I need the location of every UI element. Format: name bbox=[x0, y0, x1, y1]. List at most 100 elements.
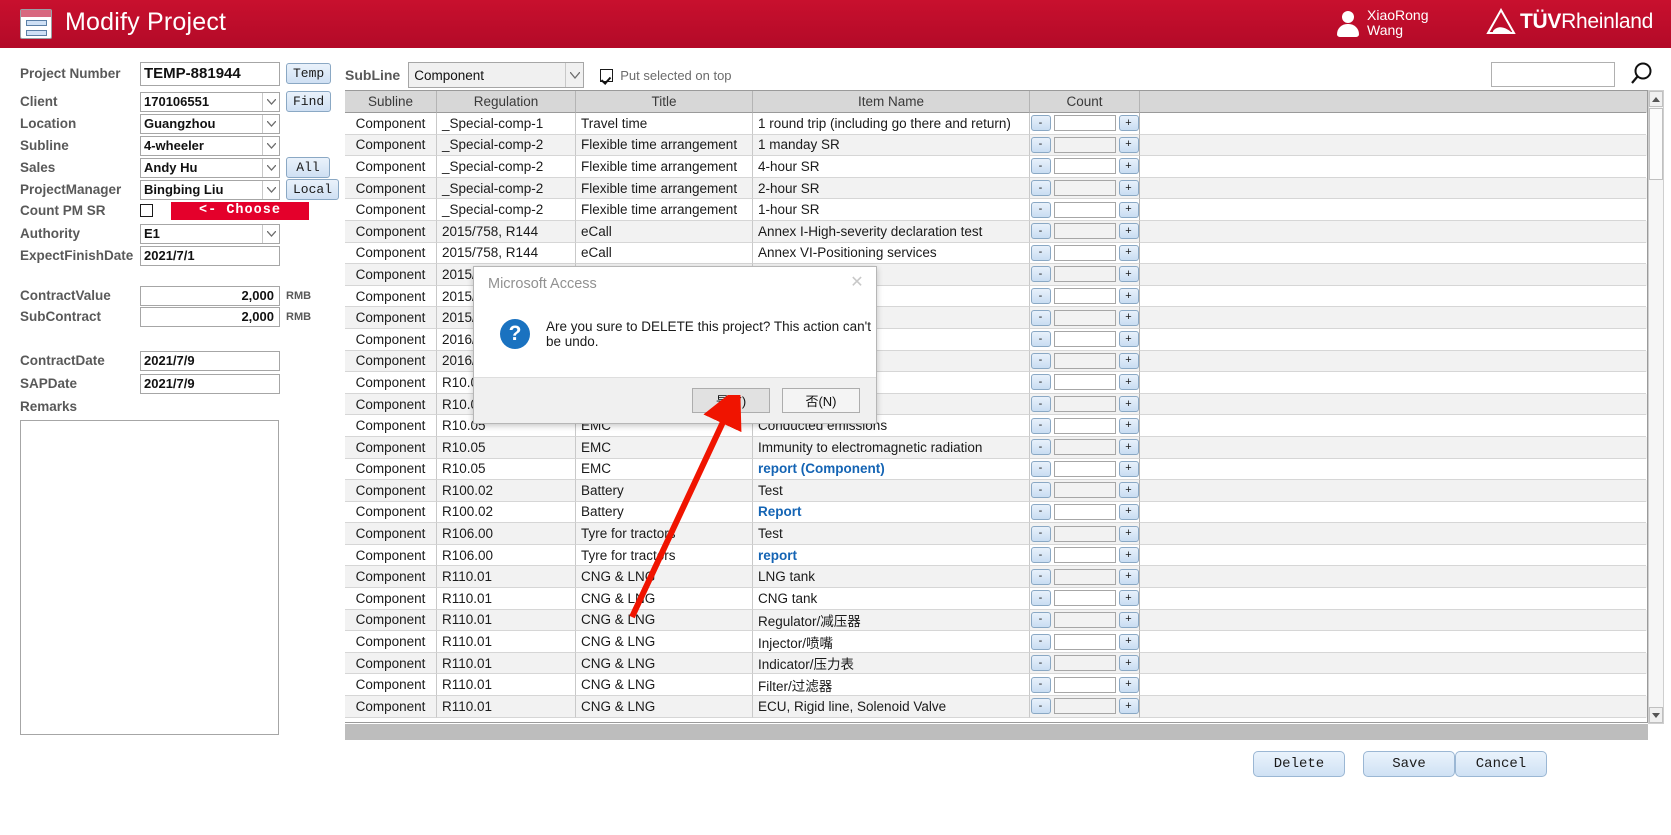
table-cell[interactable]: EMC bbox=[576, 436, 753, 459]
decrement-button[interactable]: - bbox=[1030, 180, 1051, 197]
table-cell[interactable]: Component bbox=[345, 415, 437, 437]
project-manager-select[interactable]: Bingbing Liu bbox=[140, 179, 280, 200]
increment-button[interactable]: + bbox=[1118, 482, 1139, 499]
count-cell[interactable]: - + bbox=[1030, 415, 1140, 437]
table-cell[interactable]: Battery bbox=[576, 501, 753, 524]
decrement-button[interactable]: - bbox=[1030, 136, 1051, 153]
count-cell[interactable]: - + bbox=[1030, 458, 1140, 481]
find-button[interactable]: Find bbox=[286, 91, 332, 112]
table-row[interactable]: Component _Special-comp-2 Flexible time ar… bbox=[345, 156, 1647, 178]
increment-button[interactable]: + bbox=[1118, 244, 1139, 261]
table-cell[interactable]: _Special-comp-1 bbox=[437, 113, 576, 135]
table-cell[interactable]: Component bbox=[345, 156, 437, 178]
table-cell[interactable]: EMC bbox=[576, 458, 753, 481]
table-cell[interactable] bbox=[1140, 113, 1646, 135]
table-cell[interactable]: Component bbox=[345, 199, 437, 221]
count-input[interactable] bbox=[1053, 115, 1116, 132]
count-cell[interactable]: - + bbox=[1030, 113, 1140, 135]
table-row[interactable]: Component 2015/758, R144 eCall Annex VI-Pos… bbox=[345, 242, 1647, 265]
count-cell[interactable]: - + bbox=[1030, 350, 1140, 373]
count-input[interactable] bbox=[1053, 568, 1116, 585]
increment-button[interactable]: + bbox=[1118, 676, 1139, 693]
increment-button[interactable]: + bbox=[1118, 655, 1139, 672]
table-cell[interactable]: 2015/758, R144 bbox=[437, 242, 576, 265]
remarks-textarea[interactable] bbox=[20, 420, 279, 735]
count-input[interactable] bbox=[1053, 180, 1116, 197]
table-cell[interactable] bbox=[1140, 588, 1646, 610]
table-cell[interactable]: R110.01 bbox=[437, 631, 576, 653]
table-cell[interactable]: Component bbox=[345, 674, 437, 697]
count-input[interactable] bbox=[1053, 288, 1116, 305]
table-cell[interactable]: R110.01 bbox=[437, 609, 576, 632]
decrement-button[interactable]: - bbox=[1030, 525, 1051, 542]
increment-button[interactable]: + bbox=[1118, 374, 1139, 391]
close-icon[interactable]: ✕ bbox=[846, 273, 868, 291]
table-cell[interactable] bbox=[1140, 372, 1646, 394]
table-cell[interactable]: _Special-comp-2 bbox=[437, 156, 576, 178]
count-input[interactable] bbox=[1053, 460, 1116, 477]
count-input[interactable] bbox=[1053, 331, 1116, 348]
table-cell[interactable]: R110.01 bbox=[437, 674, 576, 697]
dialog-yes-button[interactable]: 是(Y) bbox=[692, 388, 770, 413]
table-cell[interactable]: Component bbox=[345, 264, 437, 286]
increment-button[interactable]: + bbox=[1118, 439, 1139, 456]
table-cell[interactable]: CNG & LNG bbox=[576, 588, 753, 610]
decrement-button[interactable]: - bbox=[1030, 352, 1051, 369]
increment-button[interactable]: + bbox=[1118, 180, 1139, 197]
table-row[interactable]: Component R100.02 Battery Report - + bbox=[345, 501, 1647, 524]
user-account[interactable]: XiaoRong Wang bbox=[1337, 8, 1441, 38]
chevron-down-icon[interactable] bbox=[262, 158, 279, 177]
table-cell[interactable]: Tyre for tractors bbox=[576, 544, 753, 567]
increment-button[interactable]: + bbox=[1118, 590, 1139, 607]
table-cell[interactable] bbox=[1140, 156, 1646, 178]
table-cell[interactable] bbox=[1140, 480, 1646, 502]
table-cell[interactable] bbox=[1140, 307, 1646, 329]
table-cell[interactable]: Component bbox=[345, 480, 437, 502]
table-cell[interactable]: Component bbox=[345, 393, 437, 416]
table-cell[interactable]: _Special-comp-2 bbox=[437, 134, 576, 157]
count-cell[interactable]: - + bbox=[1030, 199, 1140, 221]
decrement-button[interactable]: - bbox=[1030, 698, 1051, 715]
decrement-button[interactable]: - bbox=[1030, 633, 1051, 650]
count-cell[interactable]: - + bbox=[1030, 631, 1140, 653]
authority-select[interactable]: E1 bbox=[140, 223, 280, 244]
table-cell[interactable]: R110.01 bbox=[437, 696, 576, 718]
table-row[interactable]: Component _Special-comp-2 Flexible time ar… bbox=[345, 199, 1647, 221]
table-cell[interactable]: CNG & LNG bbox=[576, 631, 753, 653]
count-input[interactable] bbox=[1053, 396, 1116, 413]
table-cell[interactable]: 1 manday SR bbox=[753, 134, 1030, 157]
table-cell[interactable]: Test bbox=[753, 480, 1030, 502]
count-cell[interactable]: - + bbox=[1030, 372, 1140, 394]
increment-button[interactable]: + bbox=[1118, 158, 1139, 175]
subline-select[interactable]: 4-wheeler bbox=[140, 135, 280, 156]
table-cell[interactable] bbox=[1140, 696, 1646, 718]
contract-value-input[interactable]: 2,000 bbox=[140, 285, 280, 306]
increment-button[interactable]: + bbox=[1118, 611, 1139, 628]
table-cell[interactable]: 2015/758, R144 bbox=[437, 220, 576, 243]
count-cell[interactable]: - + bbox=[1030, 393, 1140, 416]
table-cell[interactable]: CNG & LNG bbox=[576, 674, 753, 697]
count-cell[interactable]: - + bbox=[1030, 501, 1140, 524]
count-input[interactable] bbox=[1053, 374, 1116, 391]
table-cell[interactable]: Flexible time arrangement bbox=[576, 177, 753, 200]
count-input[interactable] bbox=[1053, 633, 1116, 650]
table-cell[interactable] bbox=[1140, 653, 1646, 675]
count-input[interactable] bbox=[1053, 482, 1116, 499]
table-cell[interactable] bbox=[1140, 610, 1646, 632]
count-input[interactable] bbox=[1053, 244, 1116, 261]
table-cell[interactable] bbox=[1140, 286, 1646, 308]
decrement-button[interactable]: - bbox=[1030, 331, 1051, 348]
decrement-button[interactable]: - bbox=[1030, 547, 1051, 564]
increment-button[interactable]: + bbox=[1118, 309, 1139, 326]
table-cell[interactable]: Component bbox=[345, 372, 437, 394]
decrement-button[interactable]: - bbox=[1030, 266, 1051, 283]
table-row[interactable]: Component R10.05 EMC report (Component) - + bbox=[345, 458, 1647, 481]
count-cell[interactable]: - + bbox=[1030, 544, 1140, 567]
table-cell[interactable]: eCall bbox=[576, 242, 753, 265]
count-cell[interactable]: - + bbox=[1030, 307, 1140, 329]
table-cell[interactable] bbox=[1140, 631, 1646, 653]
table-cell[interactable]: R106.00 bbox=[437, 544, 576, 567]
table-cell[interactable]: Component bbox=[345, 566, 437, 589]
table-cell[interactable] bbox=[1140, 351, 1646, 373]
table-row[interactable]: Component 2015/758, R144 eCall Annex I-High… bbox=[345, 220, 1647, 243]
